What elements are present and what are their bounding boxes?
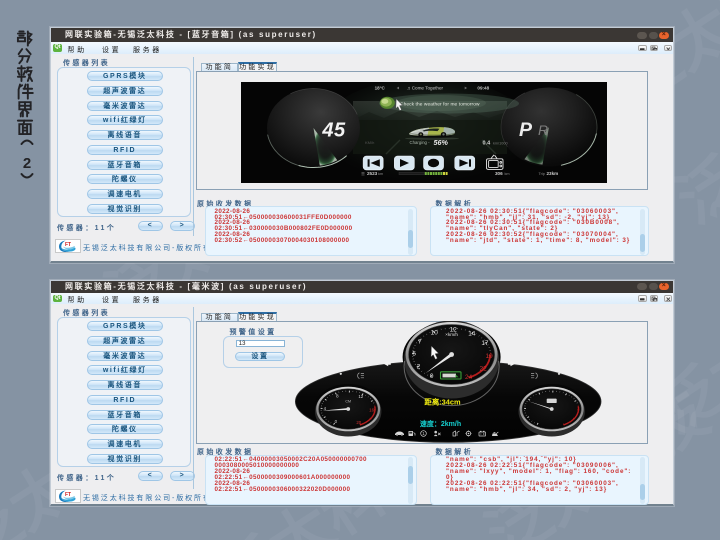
svg-text:18°C: 18°C xyxy=(375,85,386,90)
svg-text:2: 2 xyxy=(23,155,31,172)
svg-text:FT: FT xyxy=(64,242,70,248)
svg-text:09:48: 09:48 xyxy=(477,85,489,90)
svg-text:10: 10 xyxy=(431,329,439,336)
svg-text:2523: 2523 xyxy=(367,171,378,176)
svg-text:FT: FT xyxy=(64,492,70,498)
svg-text:20: 20 xyxy=(357,419,362,424)
svg-text:Trip: Trip xyxy=(539,172,545,176)
svg-text:KM/h: KM/h xyxy=(365,140,374,145)
svg-text:CM: CM xyxy=(346,399,352,403)
svg-text:7: 7 xyxy=(418,338,422,345)
svg-text:Check the weather for me tomor: Check the weather for me tomorrow xyxy=(400,102,480,108)
svg-text:24: 24 xyxy=(465,374,473,381)
svg-text:17: 17 xyxy=(482,340,490,347)
svg-text:km: km xyxy=(378,172,383,176)
svg-text:5: 5 xyxy=(413,350,417,357)
svg-text:×km/h: ×km/h xyxy=(446,331,459,336)
svg-text:19: 19 xyxy=(486,352,494,359)
svg-text:56%: 56% xyxy=(434,138,449,147)
svg-text:14: 14 xyxy=(469,330,477,337)
svg-text:23km: 23km xyxy=(547,171,559,176)
svg-text:2: 2 xyxy=(417,363,421,370)
svg-text:16: 16 xyxy=(369,407,374,412)
svg-text:45: 45 xyxy=(321,120,346,142)
svg-text:0: 0 xyxy=(430,372,434,379)
svg-text:306: 306 xyxy=(495,171,503,176)
svg-text:R: R xyxy=(538,122,548,138)
svg-text:P: P xyxy=(519,119,533,141)
svg-text:km: km xyxy=(505,172,510,176)
svg-text:♫ Come Together: ♫ Come Together xyxy=(407,85,444,90)
svg-text:km/1000: km/1000 xyxy=(493,142,508,146)
svg-text:距离:34cm: 距离:34cm xyxy=(425,397,462,406)
svg-text:12: 12 xyxy=(359,394,364,399)
svg-text:速度：2km/h: 速度：2km/h xyxy=(420,419,461,428)
svg-text:22: 22 xyxy=(480,365,488,372)
svg-text:Charging -: Charging - xyxy=(410,140,431,145)
